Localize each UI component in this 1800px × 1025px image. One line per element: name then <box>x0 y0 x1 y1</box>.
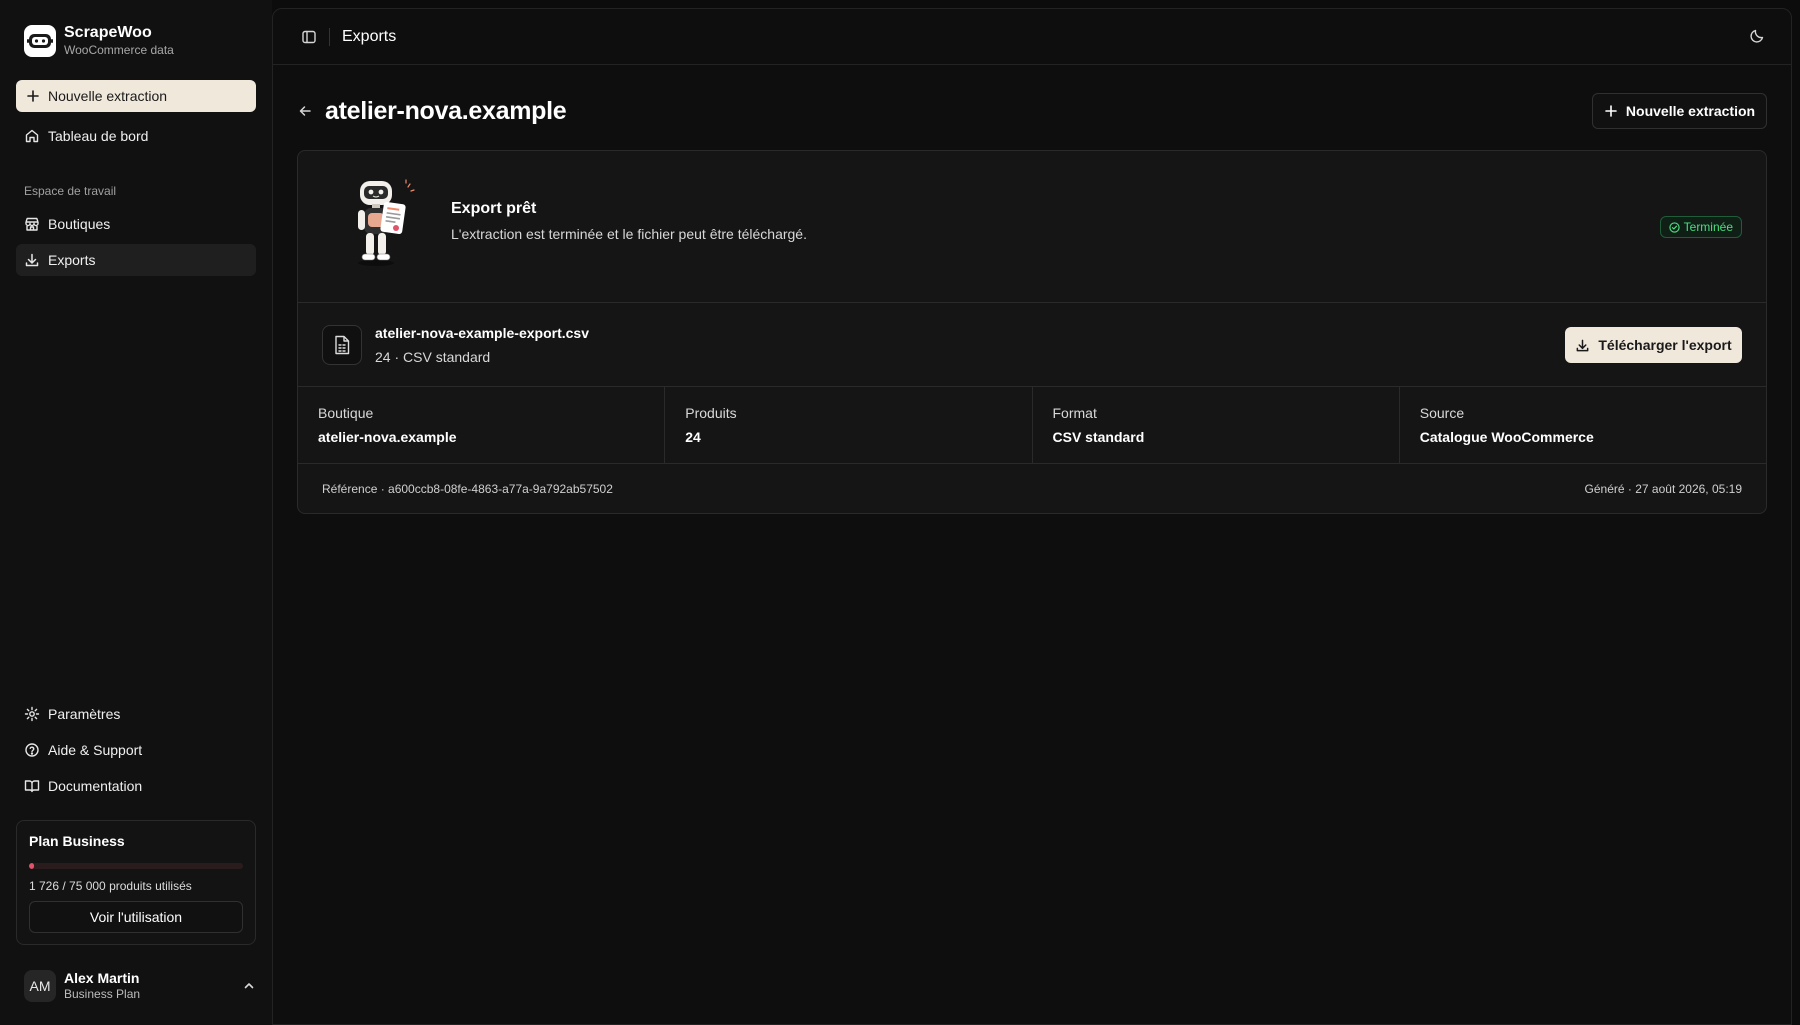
export-stats: Boutique atelier-nova.example Produits 2… <box>298 387 1766 464</box>
plan-card: Plan Business 1 726 / 75 000 produits ut… <box>16 820 256 945</box>
download-icon <box>24 252 40 268</box>
stat-label: Produits <box>685 405 737 421</box>
book-icon <box>24 778 40 794</box>
stat-label: Source <box>1419 405 1465 421</box>
user-plan: Business Plan <box>64 987 141 1001</box>
brand-name: ScrapeWoo <box>64 24 152 41</box>
view-usage-button[interactable]: Voir l'utilisation <box>29 901 243 933</box>
sidebar-item-label: Aide & Support <box>48 742 143 758</box>
robot-logo-icon <box>24 25 56 57</box>
moon-icon[interactable] <box>1749 28 1765 44</box>
help-circle-icon <box>24 742 40 758</box>
user-menu[interactable]: AM Alex Martin Business Plan <box>24 968 256 1004</box>
topbar-divider <box>329 27 330 46</box>
export-file-name: atelier-nova-example-export.csv <box>375 325 589 341</box>
stat-value: Catalogue WooCommerce <box>1419 429 1594 445</box>
plan-title: Plan Business <box>29 833 125 849</box>
robot-illustration <box>346 177 418 267</box>
gear-icon <box>24 706 40 722</box>
plus-icon <box>1604 104 1618 118</box>
stat-source: Source Catalogue WooCommerce <box>1400 387 1766 463</box>
sidebar-item-exports[interactable]: Exports <box>16 244 256 276</box>
status-badge-label: Terminée <box>1683 220 1733 234</box>
sidebar-item-shops[interactable]: Boutiques <box>16 208 256 240</box>
stat-products: Produits 24 <box>665 387 1033 463</box>
page-header: atelier-nova.example Nouvelle extraction <box>297 91 1767 131</box>
download-export-label: Télécharger l'export <box>1598 337 1732 353</box>
check-circle-icon <box>1668 221 1680 233</box>
sidebar: ScrapeWoo WooCommerce data Nouvelle extr… <box>0 0 272 1025</box>
sidebar-item-documentation[interactable]: Documentation <box>16 770 256 802</box>
usage-text: 1 726 / 75 000 produits utilisés <box>29 879 192 893</box>
export-status-section: Export prêt L'extraction est terminée et… <box>298 151 1766 303</box>
export-file-row: atelier-nova-example-export.csv 24 · CSV… <box>298 303 1766 387</box>
stat-value: 24 <box>685 429 701 445</box>
store-icon <box>24 216 40 232</box>
usage-progress-bar <box>29 863 243 869</box>
brand[interactable]: ScrapeWoo WooCommerce data <box>24 24 174 58</box>
sidebar-item-settings[interactable]: Paramètres <box>16 698 256 730</box>
new-extraction-label: Nouvelle extraction <box>48 88 168 104</box>
export-ready-description: L'extraction est terminée et le fichier … <box>451 226 807 242</box>
download-export-button[interactable]: Télécharger l'export <box>1565 327 1742 363</box>
sidebar-item-help[interactable]: Aide & Support <box>16 734 256 766</box>
stat-value: atelier-nova.example <box>318 429 457 445</box>
stat-format: Format CSV standard <box>1033 387 1400 463</box>
sidebar-item-label: Paramètres <box>48 706 121 722</box>
file-spreadsheet-icon <box>322 325 362 365</box>
download-icon <box>1575 338 1590 353</box>
user-name: Alex Martin <box>64 970 140 986</box>
main-content: Exports atelier-nova.example Nouvelle ex… <box>272 8 1792 1025</box>
plus-icon <box>26 89 40 103</box>
stat-label: Format <box>1052 405 1097 421</box>
brand-subtitle: WooCommerce data <box>64 43 174 57</box>
page-title: atelier-nova.example <box>325 96 567 125</box>
avatar: AM <box>24 970 56 1002</box>
sidebar-item-label: Documentation <box>48 778 143 794</box>
export-card: Export prêt L'extraction est terminée et… <box>297 150 1767 514</box>
new-extraction-button[interactable]: Nouvelle extraction <box>16 80 256 112</box>
topbar: Exports <box>273 9 1791 65</box>
new-extraction-header-button[interactable]: Nouvelle extraction <box>1592 93 1767 129</box>
export-reference: Référence · a600ccb8-08fe-4863-a77a-9a79… <box>322 482 613 496</box>
status-badge: Terminée <box>1659 216 1742 238</box>
export-ready-title: Export prêt <box>451 200 537 217</box>
sidebar-toggle-icon[interactable] <box>301 29 317 45</box>
sidebar-item-dashboard[interactable]: Tableau de bord <box>16 120 256 152</box>
page-breadcrumb: Exports <box>342 27 397 45</box>
export-file-meta: 24 · CSV standard <box>375 349 491 365</box>
home-icon <box>24 128 40 144</box>
sidebar-item-label: Tableau de bord <box>48 128 149 144</box>
sidebar-item-label: Exports <box>48 252 96 268</box>
usage-progress-fill <box>29 863 34 869</box>
stat-shop: Boutique atelier-nova.example <box>298 387 666 463</box>
stat-value: CSV standard <box>1052 429 1145 445</box>
new-extraction-header-label: Nouvelle extraction <box>1625 103 1756 119</box>
chevron-up-icon[interactable] <box>242 979 256 993</box>
export-card-footer: Référence · a600ccb8-08fe-4863-a77a-9a79… <box>322 464 1742 513</box>
workspace-section-label: Espace de travail <box>24 184 117 198</box>
stat-label: Boutique <box>318 405 374 421</box>
arrow-left-icon[interactable] <box>297 103 313 119</box>
sidebar-item-label: Boutiques <box>48 216 111 232</box>
export-generated-date: Généré · 27 août 2026, 05:19 <box>1584 482 1742 496</box>
